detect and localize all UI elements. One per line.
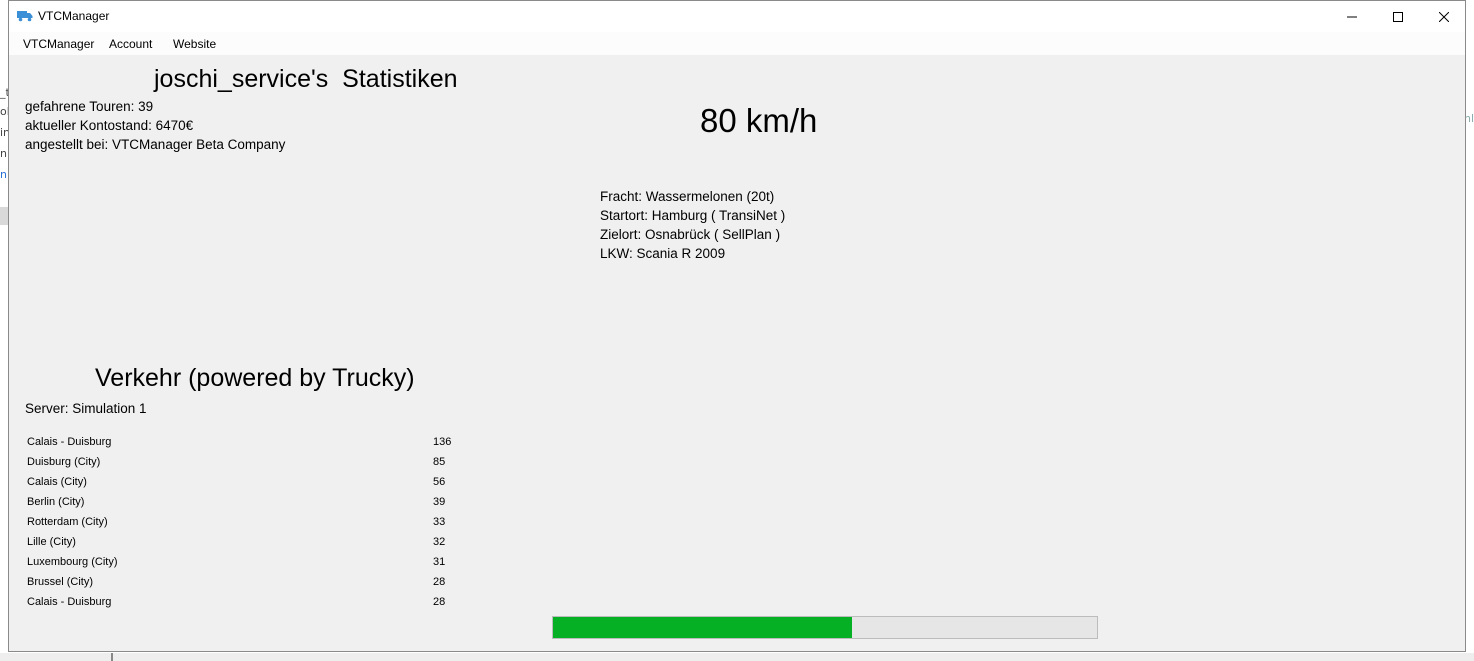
traffic-player-count: 33 [433, 516, 446, 528]
traffic-route-name: Brussel (City) [27, 576, 94, 588]
minimize-icon [1347, 16, 1357, 17]
traffic-player-count: 31 [433, 556, 446, 568]
traffic-list: Calais - Duisburg 136 Duisburg (City) 85 Cal… [25, 435, 465, 615]
truck-icon [17, 11, 33, 22]
traffic-row: Rotterdam (City) 33 [25, 515, 465, 535]
cargo-destination: Zielort: Osnabrück ( SellPlan ) [600, 227, 781, 242]
account-balance: aktueller Kontostand: 6470€ [25, 118, 194, 133]
background-window-bottom [0, 653, 1474, 661]
main-window: VTCManager VTCManager Account Website jo… [8, 0, 1466, 652]
menu-item-vtcmanager[interactable]: VTCManager [23, 37, 94, 51]
traffic-route-name: Luxembourg (City) [27, 556, 118, 568]
stats-title: joschi_service's Statistiken [154, 65, 458, 93]
traffic-route-name: Rotterdam (City) [27, 516, 108, 528]
traffic-player-count: 136 [433, 436, 452, 448]
cargo-truck: LKW: Scania R 2009 [600, 246, 726, 261]
window-title: VTCManager [38, 9, 110, 23]
menu-item-website[interactable]: Website [173, 37, 216, 51]
traffic-row: Calais - Duisburg 136 [25, 435, 465, 455]
traffic-row: Luxembourg (City) 31 [25, 555, 465, 575]
traffic-player-count: 39 [433, 496, 446, 508]
title-bar[interactable]: VTCManager [9, 1, 1465, 32]
menu-bar: VTCManager Account Website [9, 32, 1465, 55]
background-text-fragment: n [0, 168, 7, 181]
traffic-route-name: Calais - Duisburg [27, 596, 112, 608]
background-text-fragment: n [0, 147, 7, 160]
maximize-button[interactable] [1375, 1, 1421, 32]
cargo-start: Startort: Hamburg ( TransiNet ) [600, 208, 786, 223]
traffic-row: Duisburg (City) 85 [25, 455, 465, 475]
speed-display: 80 km/h [700, 102, 818, 139]
background-window-right: nl [1464, 0, 1474, 661]
traffic-route-name: Duisburg (City) [27, 456, 101, 468]
traffic-title: Verkehr (powered by Trucky) [95, 364, 415, 392]
progress-fill [553, 617, 853, 638]
traffic-player-count: 85 [433, 456, 446, 468]
traffic-row: Calais (City) 56 [25, 475, 465, 495]
traffic-route-name: Calais - Duisburg [27, 436, 112, 448]
close-icon [1439, 11, 1449, 22]
background-divider [111, 653, 113, 661]
traffic-row: Brussel (City) 28 [25, 575, 465, 595]
tours-count: gefahrene Touren: 39 [25, 99, 154, 114]
traffic-player-count: 56 [433, 476, 446, 488]
traffic-row: Calais - Duisburg 28 [25, 595, 465, 615]
traffic-row: Berlin (City) 39 [25, 495, 465, 515]
minimize-button[interactable] [1329, 1, 1375, 32]
menu-item-account[interactable]: Account [109, 37, 152, 51]
traffic-route-name: Berlin (City) [27, 496, 85, 508]
traffic-player-count: 32 [433, 536, 446, 548]
traffic-route-name: Lille (City) [27, 536, 76, 548]
close-button[interactable] [1421, 1, 1467, 32]
traffic-row: Lille (City) 32 [25, 535, 465, 555]
traffic-player-count: 28 [433, 596, 446, 608]
traffic-player-count: 28 [433, 576, 446, 588]
server-label: Server: Simulation 1 [25, 401, 147, 416]
employer: angestellt bei: VTCManager Beta Company [25, 137, 286, 152]
cargo-freight: Fracht: Wassermelonen (20t) [600, 189, 775, 204]
progress-bar [552, 616, 1098, 639]
traffic-route-name: Calais (City) [27, 476, 87, 488]
maximize-icon [1393, 11, 1403, 22]
